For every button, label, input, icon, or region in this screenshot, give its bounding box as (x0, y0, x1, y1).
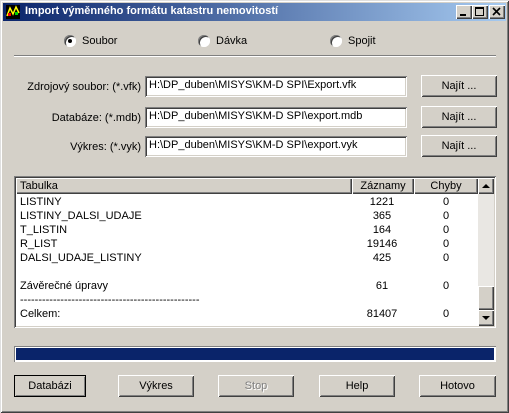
title-bar[interactable]: Import výměnného formátu katastru nemovi… (3, 3, 506, 21)
radio-soubor[interactable]: Soubor (64, 34, 117, 48)
close-icon (492, 7, 501, 16)
cell-chyby: 0 (442, 224, 450, 236)
table-row[interactable]: LISTINY_DALSI_UDAJE 365 0 (16, 210, 478, 224)
radio-button[interactable] (198, 35, 210, 47)
cell-zaznamy: 1221 (369, 196, 395, 208)
cell-tabulka: Závěrečné úpravy (20, 280, 109, 292)
column-header-chyby[interactable]: Chyby (414, 178, 478, 194)
window-title: Import výměnného formátu katastru nemovi… (25, 5, 279, 17)
app-icon (6, 5, 20, 19)
cell-tabulka: Celkem: (20, 308, 61, 320)
minimize-icon (460, 14, 466, 16)
database-button[interactable]: Databázi (14, 375, 86, 397)
scroll-thumb[interactable] (478, 286, 494, 310)
table-row[interactable] (16, 266, 478, 280)
cell-tabulka: T_LISTIN (20, 224, 68, 236)
drawing-label: Výkres: (*.vyk) (70, 141, 141, 153)
cell-tabulka: LISTINY (20, 196, 62, 208)
column-header-tabulka[interactable]: Tabulka (16, 178, 352, 194)
cell-zaznamy: 365 (372, 210, 392, 222)
find-drawing-button[interactable]: Najít ... (421, 135, 497, 157)
table-row[interactable]: R_LIST 19146 0 (16, 238, 478, 252)
cell-chyby: 0 (442, 308, 450, 320)
table-row[interactable]: DALSI_UDAJE_LISTINY 425 0 (16, 252, 478, 266)
source-file-field[interactable]: H:\DP_duben\MISYS\KM-D SPI\Export.vfk (145, 76, 407, 97)
cell-chyby: 0 (442, 280, 450, 292)
scroll-up-button[interactable] (478, 178, 494, 194)
cell-chyby: 0 (442, 238, 450, 250)
progress-bar (14, 346, 496, 362)
done-button[interactable]: Hotovo (419, 375, 496, 397)
cell-zaznamy: 425 (372, 252, 392, 264)
table-row[interactable]: LISTINY 1221 0 (16, 196, 478, 210)
find-database-button[interactable]: Najít ... (421, 106, 497, 128)
cell-chyby: 0 (442, 196, 450, 208)
table-row[interactable]: T_LISTIN 164 0 (16, 224, 478, 238)
find-source-button[interactable]: Najít ... (421, 75, 497, 97)
cell-zaznamy: 164 (372, 224, 392, 236)
cell-tabulka: LISTINY_DALSI_UDAJE (20, 210, 142, 222)
stop-button[interactable]: Stop (218, 375, 294, 397)
drawing-button[interactable]: Výkres (118, 375, 194, 397)
vertical-scrollbar[interactable] (478, 178, 494, 326)
cell-tabulka: R_LIST (20, 238, 58, 250)
radio-button[interactable] (330, 35, 342, 47)
cell-zaznamy: 19146 (366, 238, 398, 250)
drawing-field[interactable]: H:\DP_duben\MISYS\KM-D SPI\export.vyk (145, 136, 407, 157)
database-field[interactable]: H:\DP_duben\MISYS\KM-D SPI\export.mdb (145, 107, 407, 128)
radio-label: Spojit (348, 35, 376, 47)
radio-spojit[interactable]: Spojit (330, 34, 376, 48)
close-button[interactable] (489, 5, 505, 19)
database-label: Databáze: (*.mdb) (51, 112, 141, 124)
radio-label: Dávka (216, 35, 248, 47)
cell-chyby: 0 (442, 210, 450, 222)
radio-button-selected[interactable] (64, 35, 76, 47)
radio-label: Soubor (82, 35, 118, 47)
help-button[interactable]: Help (319, 375, 395, 397)
radio-davka[interactable]: Dávka (198, 34, 247, 48)
cell-zaznamy: 81407 (366, 308, 398, 320)
cell-tabulka: DALSI_UDAJE_LISTINY (20, 252, 142, 264)
progress-fill (16, 348, 494, 360)
table-row[interactable]: Závěrečné úpravy 61 0 (16, 280, 478, 294)
table-row[interactable]: ----------------------------------------… (16, 294, 478, 308)
column-header-zaznamy[interactable]: Záznamy (352, 178, 414, 194)
cell-chyby: 0 (442, 252, 450, 264)
minimize-button[interactable] (456, 5, 472, 19)
arrow-down-icon (482, 316, 490, 320)
scroll-down-button[interactable] (478, 310, 494, 326)
separator (14, 55, 496, 57)
table-row[interactable]: Celkem: 81407 0 (16, 308, 478, 322)
cell-zaznamy: 61 (375, 280, 389, 292)
import-table[interactable]: Tabulka Záznamy Chyby LISTINY 1221 0 LISTIN… (14, 176, 496, 328)
source-file-label: Zdrojový soubor: (*.vfk) (27, 81, 141, 93)
arrow-up-icon (482, 184, 490, 188)
cell-tabulka: ----------------------------------------… (20, 294, 200, 306)
import-dialog: Import výměnného formátu katastru nemovi… (0, 0, 509, 413)
maximize-icon (475, 7, 484, 16)
maximize-button[interactable] (472, 5, 488, 19)
